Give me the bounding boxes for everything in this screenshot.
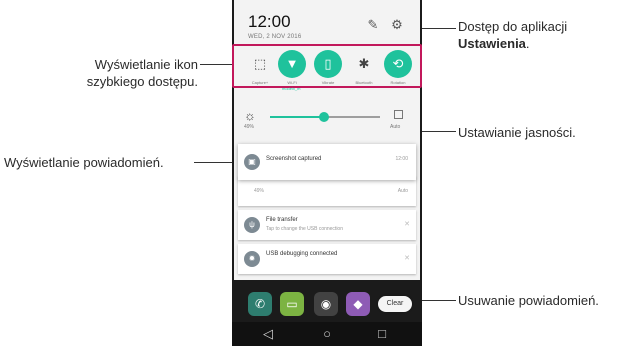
gallery-app-icon[interactable]: ◆ [346,292,370,316]
navigation-bar: ◁ ○ □ [232,322,422,346]
image-icon: ▣ [244,154,260,170]
callout-settings-line1: Dostęp do aplikacji [458,19,568,34]
notification-title: USB debugging connected [266,251,338,257]
callout-settings-line2: Ustawienia. [458,35,567,52]
close-icon[interactable]: ✕ [404,254,410,262]
home-dock: ✆ ▭ ◉ ◆ Clear [232,284,422,322]
callout-quick-line2: szybkiego dostępu. [86,74,198,89]
notification-title: Screenshot captured [266,156,322,162]
brightness-slider-fill [270,116,324,118]
callout-notifications: Wyświetlanie powiadomień. [4,155,164,170]
image-icon-glyph: ▣ [248,157,256,166]
capture-plus-icon: ⬚ [253,56,267,71]
quick-toggle-vibrate[interactable]: ▯ [314,50,342,78]
callout-settings: Dostęp do aplikacji Ustawienia. [458,18,567,52]
brightness-percent: 49% [244,124,255,130]
connector-quick-access [200,64,233,65]
clear-button[interactable]: Clear [378,296,412,312]
phone-screen: 12:00 WED, 2 NOV 2016 ✎ ⚙ ⬚ ▼ ▯ ✱ ⟲ Capt… [232,0,422,346]
status-time: 12:00 [248,12,291,31]
quick-toggle-rotation[interactable]: ⟲ [384,50,412,78]
messages-app-icon[interactable]: ▭ [280,292,304,316]
wifi-icon: ▼ [285,56,299,71]
callout-settings-end: . [525,36,530,51]
vibrate-icon: ▯ [324,56,332,71]
callout-quick-line1: Wyświetlanie ikon [94,57,198,72]
quick-label-bluetooth: Bluetooth [355,80,373,85]
brightness-icon: ☼ [244,108,256,123]
notification-time: Auto [397,188,408,194]
brightness-slider[interactable] [270,112,380,122]
rotation-icon: ⟲ [392,56,404,71]
quick-toggle-bluetooth[interactable]: ✱ [350,50,378,78]
notification-subtitle: 49% [254,188,265,194]
callout-clear: Usuwanie powiadomień. [458,293,599,308]
quick-label-wifi: Wi-Fi [287,80,297,85]
quick-label-vibrate: Vibrate [321,80,335,85]
notification-title: File transfer [266,217,298,223]
quick-label-rotation: Rotation [390,80,406,85]
quick-toggle-capture-plus[interactable]: ⬚ [246,50,274,78]
brightness-slider-thumb[interactable] [318,112,329,122]
wifi-network-name: modelx_m [282,86,301,91]
usb-icon-glyph: ψ [249,220,255,229]
notification-time: 12:00 [395,156,408,162]
pencil-icon[interactable]: ✎ [366,18,380,32]
bug-icon: ✹ [244,251,260,267]
notification-card-usb-debugging[interactable]: ✹ USB debugging connected ✕ [238,244,416,274]
close-icon[interactable]: ✕ [404,220,410,228]
notification-card-file-transfer[interactable]: ψ File transfer Tap to change the USB co… [238,210,416,240]
notification-card-brightness[interactable]: 49% Auto [238,176,416,206]
callout-quick-access: Wyświetlanie ikon szybkiego dostępu. [58,56,198,90]
camera-app-icon[interactable]: ◉ [314,292,338,316]
brightness-auto-checkbox[interactable] [394,110,403,119]
brightness-auto-label: Auto [390,124,401,130]
bug-icon-glyph: ✹ [248,254,256,263]
status-date: WED, 2 NOV 2016 [248,34,302,40]
quick-toggle-wifi[interactable]: ▼ [278,50,306,78]
recents-icon[interactable]: □ [374,326,390,342]
gear-icon[interactable]: ⚙ [390,18,404,32]
home-icon[interactable]: ○ [319,326,335,342]
phone-app-icon[interactable]: ✆ [248,292,272,316]
quick-label-capture-plus: Capture+ [251,80,269,85]
notification-subtitle: Tap to change the USB connection [266,226,343,232]
callout-settings-bold: Ustawienia [458,36,526,51]
back-icon[interactable]: ◁ [260,326,276,342]
notification-card-screenshot[interactable]: ▣ Screenshot captured 12:00 [238,144,416,180]
usb-icon: ψ [244,217,260,233]
callout-brightness: Ustawianie jasności. [458,125,576,140]
bluetooth-icon: ✱ [358,56,370,71]
